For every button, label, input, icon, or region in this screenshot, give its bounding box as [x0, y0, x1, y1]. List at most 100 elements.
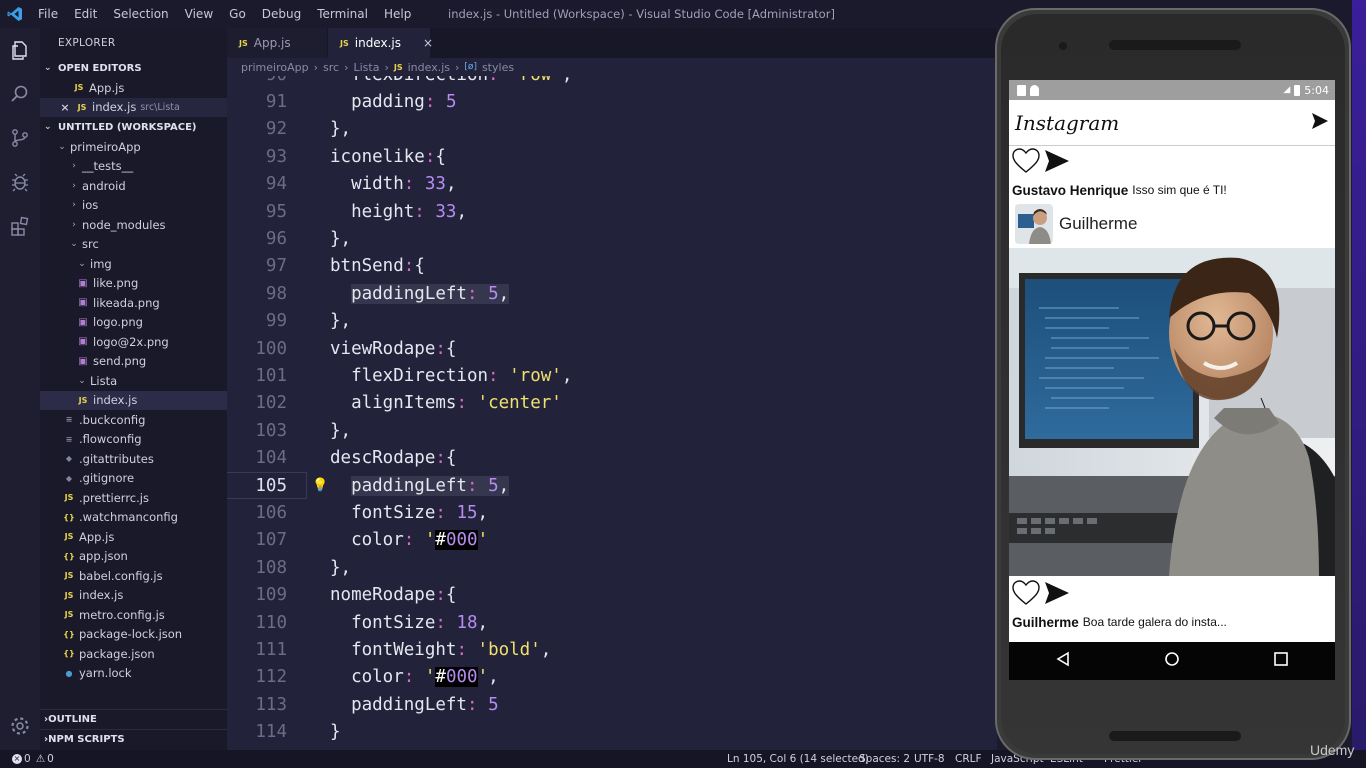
- code-line[interactable]: 111 fontWeight: 'bold',: [227, 636, 997, 663]
- source-control-icon[interactable]: [0, 116, 40, 160]
- line-ending[interactable]: CRLF: [955, 753, 982, 765]
- tree-item[interactable]: ⌄ src: [40, 235, 227, 255]
- code-line[interactable]: 100 viewRodape:{: [227, 335, 997, 362]
- send-post-icon[interactable]: [1043, 580, 1071, 610]
- code-line[interactable]: 106 fontSize: 15,: [227, 499, 997, 526]
- code-line[interactable]: 94 width: 33,: [227, 171, 997, 198]
- tree-item[interactable]: ⌄ img: [40, 254, 227, 274]
- tree-item[interactable]: › ios: [40, 196, 227, 216]
- extensions-icon[interactable]: [0, 204, 40, 248]
- home-icon[interactable]: [1164, 651, 1180, 671]
- code-line[interactable]: 103},: [227, 417, 997, 444]
- tree-item[interactable]: › __tests__: [40, 157, 227, 177]
- tree-item-label: src: [82, 237, 99, 252]
- open-editor-index-js[interactable]: × JS index.js src\Lista: [40, 97, 227, 117]
- explorer-icon[interactable]: [0, 28, 40, 72]
- indentation[interactable]: Spaces: 2: [859, 753, 910, 765]
- breadcrumb-item[interactable]: Lista: [353, 61, 379, 74]
- recents-icon[interactable]: [1273, 651, 1289, 671]
- search-icon[interactable]: [0, 72, 40, 116]
- close-icon[interactable]: ×: [58, 101, 72, 114]
- phone-screen: ◢ 5:04 Instagram Gustavo Henrique Isso s…: [1009, 80, 1335, 680]
- tree-item[interactable]: ◆ .gitattributes: [40, 449, 227, 469]
- breadcrumb-item[interactable]: primeiroApp: [241, 61, 309, 74]
- tab-app-js[interactable]: JS App.js: [227, 28, 327, 58]
- tree-item[interactable]: ⌄ primeiroApp: [40, 137, 227, 157]
- tree-item[interactable]: ▣ send.png: [40, 352, 227, 372]
- code-line[interactable]: 108},: [227, 554, 997, 581]
- close-tab-icon[interactable]: ×: [423, 36, 433, 50]
- menu-item-terminal[interactable]: Terminal: [309, 7, 376, 21]
- code-line[interactable]: 90 flexDirection: 'row',: [227, 76, 997, 88]
- code-line[interactable]: 102 alignItems: 'center': [227, 390, 997, 417]
- menu-item-help[interactable]: Help: [376, 7, 419, 21]
- tree-item[interactable]: ▣ like.png: [40, 274, 227, 294]
- lightbulb-icon[interactable]: 💡: [312, 478, 328, 493]
- send-icon[interactable]: [1311, 112, 1329, 134]
- menu-item-edit[interactable]: Edit: [66, 7, 105, 21]
- tree-item[interactable]: {} package.json: [40, 644, 227, 664]
- tree-item[interactable]: › node_modules: [40, 215, 227, 235]
- like-heart-icon[interactable]: [1011, 147, 1041, 179]
- tree-item[interactable]: ▣ likeada.png: [40, 293, 227, 313]
- menu-item-go[interactable]: Go: [221, 7, 254, 21]
- avatar[interactable]: [1015, 204, 1053, 244]
- code-line[interactable]: 91 padding: 5: [227, 88, 997, 115]
- breadcrumb-item[interactable]: src: [323, 61, 339, 74]
- debug-icon[interactable]: [0, 160, 40, 204]
- tree-item[interactable]: ⌄ Lista: [40, 371, 227, 391]
- tree-item[interactable]: ▣ logo.png: [40, 313, 227, 333]
- code-line[interactable]: 92},: [227, 116, 997, 143]
- tree-item[interactable]: ◆ .gitignore: [40, 469, 227, 489]
- tree-item[interactable]: {} app.json: [40, 547, 227, 567]
- tree-item[interactable]: ≡ .flowconfig: [40, 430, 227, 450]
- tree-item[interactable]: ≡ .buckconfig: [40, 410, 227, 430]
- code-line[interactable]: 💡 105 paddingLeft: 5,: [227, 472, 997, 500]
- settings-gear-icon[interactable]: [0, 704, 40, 748]
- code-line[interactable]: 96},: [227, 225, 997, 252]
- tree-item[interactable]: JS metro.config.js: [40, 605, 227, 625]
- outline-header[interactable]: › OUTLINE: [40, 709, 227, 729]
- menu-item-view[interactable]: View: [177, 7, 221, 21]
- breadcrumb-item[interactable]: styles: [482, 61, 514, 74]
- code-line[interactable]: 107 color: '#000': [227, 527, 997, 554]
- problems-indicator[interactable]: × 0 ⚠ 0: [12, 753, 54, 765]
- send-post-icon[interactable]: [1043, 148, 1071, 178]
- code-line[interactable]: 110 fontSize: 18,: [227, 609, 997, 636]
- workspace-header[interactable]: ⌄ UNTITLED (WORKSPACE): [40, 117, 227, 137]
- tree-item[interactable]: JS App.js: [40, 527, 227, 547]
- tree-item[interactable]: › android: [40, 176, 227, 196]
- tree-item[interactable]: ▣ logo@2x.png: [40, 332, 227, 352]
- tree-item[interactable]: {} .watchmanconfig: [40, 508, 227, 528]
- menu-item-file[interactable]: File: [30, 7, 66, 21]
- tree-item[interactable]: JS index.js: [40, 390, 227, 410]
- code-line[interactable]: 112 color: '#000',: [227, 664, 997, 691]
- code-line[interactable]: 95 height: 33,: [227, 198, 997, 225]
- cursor-position[interactable]: Ln 105, Col 6 (14 selected): [727, 753, 869, 765]
- code-line[interactable]: 114}: [227, 719, 997, 746]
- code-line[interactable]: 97 btnSend:{: [227, 253, 997, 280]
- code-line[interactable]: 109 nomeRodape:{: [227, 582, 997, 609]
- tree-item[interactable]: ● yarn.lock: [40, 664, 227, 684]
- breadcrumb-item[interactable]: index.js: [408, 61, 450, 74]
- back-icon[interactable]: [1055, 651, 1071, 671]
- code-editor[interactable]: 90 flexDirection: 'row',91 padding: 592}…: [227, 76, 997, 750]
- tab-index-js[interactable]: JS index.js ×: [328, 28, 433, 58]
- code-line[interactable]: 99},: [227, 308, 997, 335]
- tree-item[interactable]: JS babel.config.js: [40, 566, 227, 586]
- code-line[interactable]: 104 descRodape:{: [227, 445, 997, 472]
- menu-item-debug[interactable]: Debug: [254, 7, 309, 21]
- npm-scripts-header[interactable]: › NPM SCRIPTS: [40, 729, 227, 749]
- code-line[interactable]: 93 iconelike:{: [227, 143, 997, 170]
- tree-item[interactable]: {} package-lock.json: [40, 625, 227, 645]
- like-heart-icon[interactable]: [1011, 579, 1041, 611]
- open-editors-header[interactable]: ⌄ OPEN EDITORS: [40, 58, 227, 78]
- code-line[interactable]: 113 paddingLeft: 5: [227, 691, 997, 718]
- tree-item[interactable]: JS .prettierrc.js: [40, 488, 227, 508]
- open-editor-app-js[interactable]: JS App.js: [40, 78, 227, 98]
- menu-item-selection[interactable]: Selection: [105, 7, 176, 21]
- tree-item[interactable]: JS index.js: [40, 586, 227, 606]
- encoding[interactable]: UTF-8: [914, 753, 945, 765]
- code-line[interactable]: 101 flexDirection: 'row',: [227, 362, 997, 389]
- code-line[interactable]: 98 paddingLeft: 5,: [227, 280, 997, 307]
